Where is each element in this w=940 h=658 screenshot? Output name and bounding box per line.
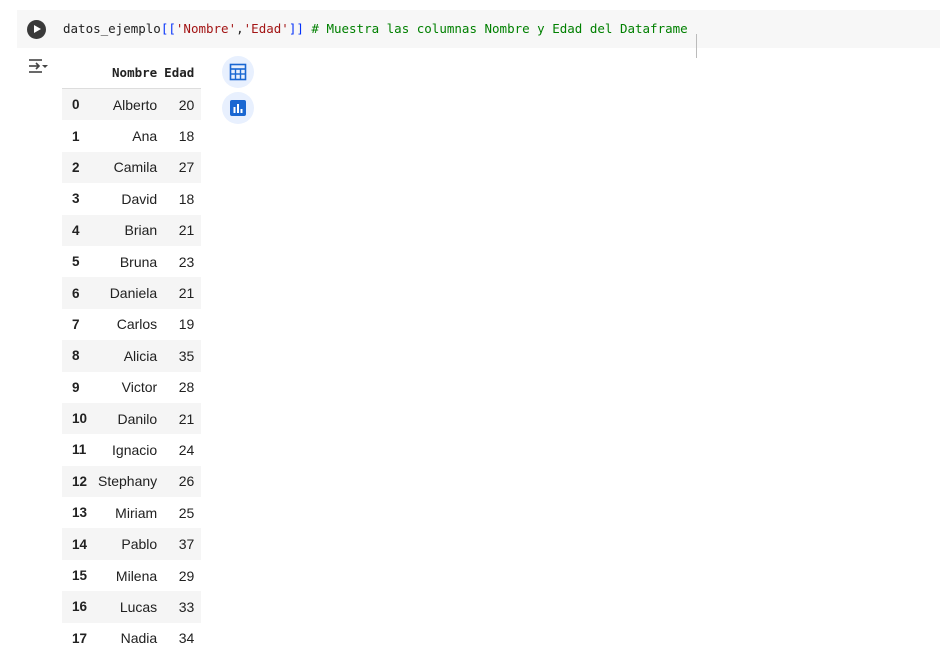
table-row: 0 Alberto 20	[62, 88, 202, 121]
row-index: 17	[72, 630, 88, 646]
cell-edad: 26	[178, 473, 195, 490]
table-row: 12 Stephany 26	[62, 465, 202, 498]
cell-nombre: Alicia	[123, 347, 158, 364]
cell-edad: 21	[178, 285, 195, 302]
row-index: 16	[72, 599, 88, 615]
code-comma: ,	[236, 21, 244, 36]
cell-edad: 20	[178, 96, 195, 113]
table-row: 16 Lucas 33	[62, 591, 202, 623]
cell-edad: 37	[178, 536, 195, 553]
cell-edad: 27	[178, 159, 195, 176]
row-index: 2	[72, 159, 80, 175]
cell-edad: 18	[178, 190, 195, 207]
row-index: 13	[72, 505, 88, 521]
row-index: 12	[72, 473, 88, 489]
table-row: 11 Ignacio 24	[62, 434, 201, 465]
row-index: 4	[72, 222, 80, 238]
cell-nombre: Victor	[121, 379, 158, 396]
row-index: 15	[72, 568, 88, 584]
table-row: 5 Bruna 23	[62, 246, 201, 277]
cell-nombre: Ana	[132, 128, 158, 145]
table-row: 6 Daniela 21	[62, 277, 202, 309]
cell-edad: 18	[178, 128, 195, 145]
row-index: 3	[72, 191, 80, 207]
cell-nombre: Ignacio	[112, 441, 158, 458]
row-index: 7	[72, 316, 80, 332]
cell-nombre: Nadia	[120, 630, 158, 647]
code-editor-line[interactable]: datos_ejemplo[['Nombre','Edad']] # Muest…	[63, 21, 688, 37]
row-index: 1	[72, 128, 80, 144]
table-row: 3 David 18	[62, 183, 201, 214]
cell-nombre: Camila	[113, 159, 158, 176]
column-header-nombre: Nombre	[92, 56, 165, 89]
cell-nombre: Alberto	[112, 96, 158, 113]
suggest-charts-icon	[230, 100, 246, 116]
cell-nombre: Brian	[124, 222, 158, 239]
code-string-edad: 'Edad'	[243, 21, 289, 36]
table-row: 2 Camila 27	[62, 151, 202, 184]
row-index: 8	[72, 348, 80, 364]
cell-nombre: Stephany	[98, 473, 158, 490]
table-row: 13 Miriam 25	[62, 497, 201, 528]
cell-edad: 19	[178, 316, 195, 333]
table-header-row: Nombre Edad	[62, 56, 202, 89]
cell-edad: 33	[178, 598, 195, 615]
cell-edad: 29	[178, 567, 195, 584]
cell-edad: 23	[178, 253, 195, 270]
index-header	[62, 56, 92, 89]
suggest-charts-button[interactable]	[222, 92, 254, 124]
cell-edad: 34	[178, 630, 195, 647]
row-index: 0	[72, 97, 80, 113]
cell-edad: 28	[178, 379, 195, 396]
row-index: 11	[72, 442, 87, 458]
column-header-edad: Edad	[164, 56, 202, 89]
cell-nombre: Daniela	[109, 285, 158, 302]
cell-edad: 21	[178, 222, 195, 239]
cell-nombre: David	[121, 190, 158, 207]
table-row: 17 Nadia 34	[62, 623, 201, 654]
table-row: 1 Ana 18	[62, 120, 201, 151]
code-bracket-open: [[	[160, 21, 176, 36]
cell-nombre: Bruna	[119, 253, 158, 270]
interactive-table-icon	[229, 63, 247, 81]
cell-nombre: Lucas	[119, 598, 158, 615]
cell-nombre: Milena	[115, 567, 158, 584]
table-row: 14 Pablo 37	[62, 528, 202, 560]
output-options-icon[interactable]	[27, 57, 49, 77]
dataframe-table: Nombre Edad 0 Alberto 20 1 Ana 18 2 Camila 27 3 Da…	[62, 56, 202, 654]
table-row: 10 Danilo 21	[62, 402, 202, 435]
row-index: 6	[72, 285, 80, 301]
row-index: 10	[72, 411, 88, 427]
row-index: 5	[72, 254, 80, 270]
code-variable: datos_ejemplo	[63, 21, 161, 36]
cell-nombre: Miriam	[115, 504, 158, 521]
cell-edad: 21	[178, 410, 195, 427]
interactive-table-button[interactable]	[222, 56, 254, 88]
text-cursor	[696, 34, 697, 58]
run-cell-button[interactable]	[27, 20, 46, 39]
code-cell[interactable]: datos_ejemplo[['Nombre','Edad']] # Muest…	[17, 10, 940, 58]
cell-nombre: Pablo	[121, 536, 158, 553]
cell-edad: 25	[178, 504, 195, 521]
table-row: 4 Brian 21	[62, 214, 202, 246]
table-row: 7 Carlos 19	[62, 309, 201, 340]
cell-edad: 24	[178, 441, 195, 458]
cell-edad: 35	[178, 347, 195, 364]
table-row: 9 Victor 28	[62, 372, 201, 403]
code-comment: # Muestra las columnas Nombre y Edad del…	[303, 21, 688, 36]
cell-nombre: Danilo	[117, 410, 158, 427]
table-row: 15 Milena 29	[62, 560, 201, 591]
table-row: 8 Alicia 35	[62, 340, 202, 372]
row-index: 9	[72, 379, 80, 395]
code-string-nombre: 'Nombre'	[175, 21, 237, 36]
cell-nombre: Carlos	[116, 316, 158, 333]
code-bracket-close: ]]	[288, 21, 304, 36]
row-index: 14	[72, 536, 88, 552]
